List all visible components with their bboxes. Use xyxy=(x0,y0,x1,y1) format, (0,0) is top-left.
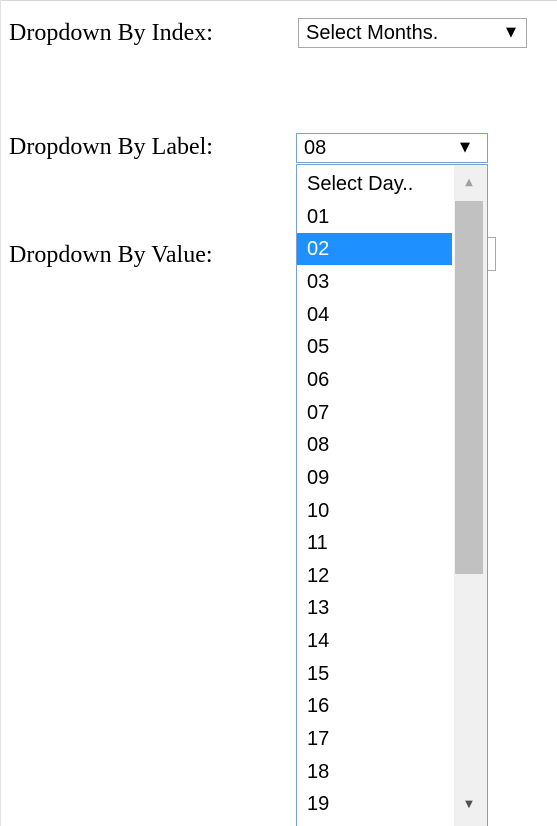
dropdown-option[interactable]: Select Day.. xyxy=(297,168,452,200)
scrollbar-thumb[interactable] xyxy=(455,201,483,574)
dropdown-option[interactable]: 03 xyxy=(297,266,452,298)
dropdown-option[interactable]: 19 xyxy=(297,788,452,820)
dropdown-option[interactable]: 12 xyxy=(297,560,452,592)
dropdown-option[interactable]: 09 xyxy=(297,462,452,494)
dropdown-option[interactable]: 15 xyxy=(297,658,452,690)
dropdown-option[interactable]: 14 xyxy=(297,625,452,657)
months-select[interactable]: Select Months. ▼ xyxy=(298,18,527,48)
dropdown-option[interactable]: 13 xyxy=(297,592,452,624)
dropdown-option[interactable]: 10 xyxy=(297,495,452,527)
dropdown-option[interactable]: 16 xyxy=(297,690,452,722)
left-border xyxy=(0,0,1,826)
dropdown-by-value-label: Dropdown By Value: xyxy=(9,242,213,268)
dropdown-option[interactable]: 04 xyxy=(297,299,452,331)
dropdown-option[interactable]: 18 xyxy=(297,756,452,788)
scroll-up-arrow-icon[interactable]: ▲ xyxy=(455,173,483,193)
dropdown-option[interactable]: 01 xyxy=(297,201,452,233)
dropdown-option[interactable]: 07 xyxy=(297,397,452,429)
chevron-down-icon: ▼ xyxy=(506,25,516,40)
top-border xyxy=(0,0,557,1)
months-select-value: Select Months. xyxy=(306,22,439,44)
dropdown-option[interactable]: 08 xyxy=(297,429,452,461)
chevron-down-icon: ▼ xyxy=(460,140,470,155)
days-dropdown-list[interactable]: Select Day.. 01 02 03 04 05 06 07 08 09 10 11 12 13 14… xyxy=(296,164,488,826)
dropdown-by-index-label: Dropdown By Index: xyxy=(9,20,213,46)
days-select-value: 08 xyxy=(304,137,327,159)
dropdown-by-label-label: Dropdown By Label: xyxy=(9,134,213,160)
dropdown-option[interactable]: 17 xyxy=(297,723,452,755)
dropdown-option[interactable]: 05 xyxy=(297,331,452,363)
dropdown-option[interactable]: 06 xyxy=(297,364,452,396)
dropdown-option[interactable]: 11 xyxy=(297,527,452,559)
dropdown-option[interactable]: 02 xyxy=(297,233,452,266)
scroll-down-arrow-icon[interactable]: ▼ xyxy=(455,795,483,815)
days-select[interactable]: 08 ▼ xyxy=(296,133,488,163)
